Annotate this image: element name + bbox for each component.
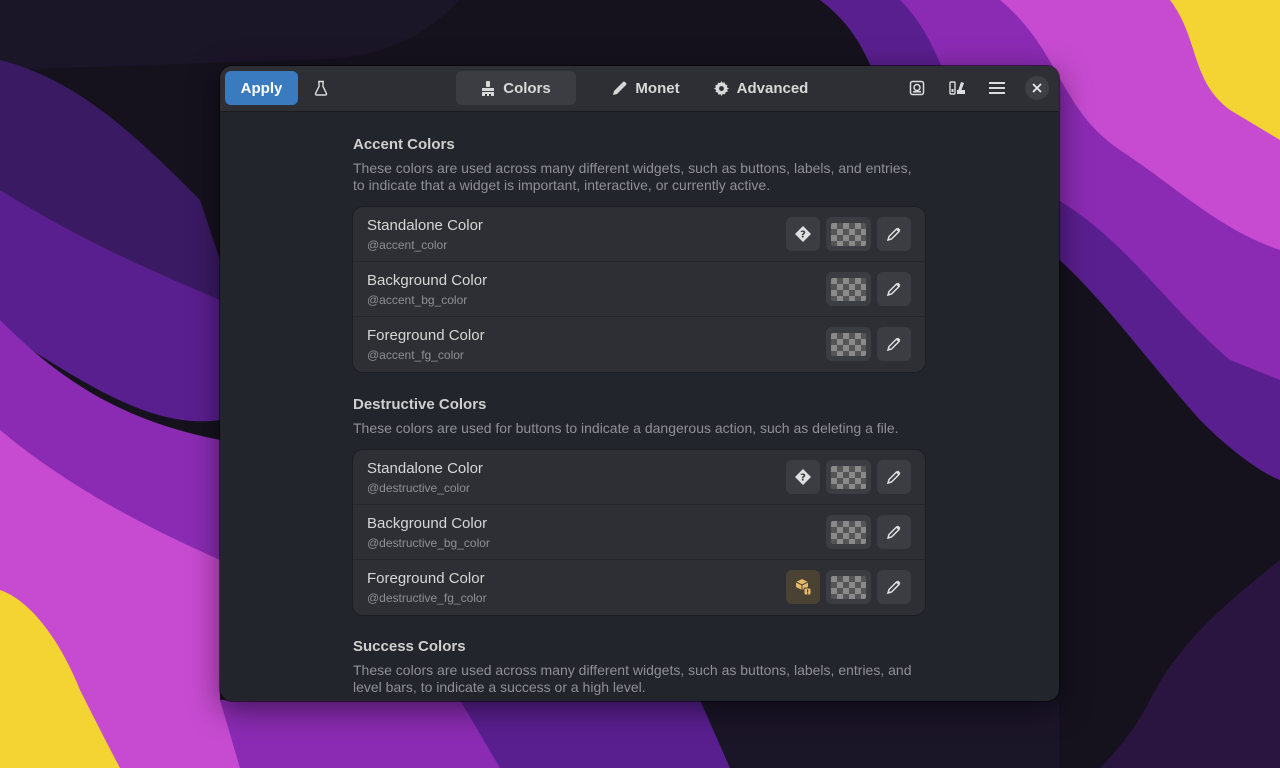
row-title: Background Color xyxy=(367,515,488,532)
colors-page: Accent Colors These colors are used acro… xyxy=(220,112,1059,701)
flask-icon-button[interactable] xyxy=(304,71,338,105)
help-diamond-icon: ? xyxy=(795,226,811,242)
color-swatch-button[interactable] xyxy=(826,515,871,549)
hamburger-menu-icon xyxy=(989,82,1005,94)
transparent-swatch xyxy=(831,575,866,599)
edit-button[interactable] xyxy=(877,515,911,549)
info-button[interactable]: ? xyxy=(786,460,820,494)
row-title: Background Color xyxy=(367,272,488,289)
apply-label: Apply xyxy=(240,79,283,97)
tab-colors-label: Colors xyxy=(503,79,551,97)
section-title: Destructive Colors xyxy=(353,396,487,413)
transparent-swatch xyxy=(831,222,866,246)
pencil-icon xyxy=(887,282,901,296)
eyedropper-icon xyxy=(613,81,627,95)
edit-button[interactable] xyxy=(877,570,911,604)
color-swatch-button[interactable] xyxy=(826,570,871,604)
close-window-button[interactable] xyxy=(1025,76,1049,100)
row-variable: @accent_color xyxy=(367,238,448,252)
list-item: Standalone Color @accent_color ? xyxy=(353,207,925,262)
section-description: These colors are used across many differ… xyxy=(353,160,912,193)
presets-button[interactable] xyxy=(940,71,974,105)
color-swatch-button[interactable] xyxy=(826,327,871,361)
tab-monet[interactable]: Monet xyxy=(596,71,696,105)
warning-button[interactable] xyxy=(786,570,820,604)
svg-text:?: ? xyxy=(800,473,806,484)
color-list: Standalone Color @destructive_color ? Ba… xyxy=(353,450,925,615)
app-window: Apply Colors Monet Advanced Accent Color… xyxy=(220,66,1059,701)
section-title: Success Colors xyxy=(353,638,466,655)
color-swatch-button[interactable] xyxy=(826,217,871,251)
row-title: Standalone Color xyxy=(367,460,483,477)
section-title: Accent Colors xyxy=(353,136,455,153)
gear-icon xyxy=(713,80,729,96)
edit-button[interactable] xyxy=(877,460,911,494)
destructive-colors-section: Destructive Colors These colors are used… xyxy=(353,396,925,615)
palette-swatches-icon xyxy=(948,81,965,95)
tab-monet-label: Monet xyxy=(635,79,680,97)
info-button[interactable]: ? xyxy=(786,217,820,251)
row-variable: @destructive_fg_color xyxy=(367,591,487,605)
row-title: Foreground Color xyxy=(367,570,485,587)
tab-advanced[interactable]: Advanced xyxy=(710,71,812,105)
pencil-icon xyxy=(887,227,901,241)
success-colors-section: Success Colors These colors are used acr… xyxy=(353,638,925,696)
list-item: Foreground Color @accent_fg_color xyxy=(353,317,925,372)
pencil-icon xyxy=(887,580,901,594)
row-title: Foreground Color xyxy=(367,327,485,344)
list-item: Background Color @destructive_bg_color xyxy=(353,505,925,560)
row-title: Standalone Color xyxy=(367,217,483,234)
list-item: Standalone Color @destructive_color ? xyxy=(353,450,925,505)
transparent-swatch xyxy=(831,332,866,356)
transparent-swatch xyxy=(831,277,866,301)
section-description: These colors are used across many differ… xyxy=(353,662,912,695)
edit-button[interactable] xyxy=(877,217,911,251)
close-icon xyxy=(1032,83,1042,93)
edit-button[interactable] xyxy=(877,327,911,361)
pencil-icon xyxy=(887,337,901,351)
accent-colors-section: Accent Colors These colors are used acro… xyxy=(353,136,925,372)
main-menu-button[interactable] xyxy=(980,71,1014,105)
list-item: Foreground Color @destructive_fg_color xyxy=(353,560,925,615)
color-swatch-button[interactable] xyxy=(826,272,871,306)
pencil-icon xyxy=(887,525,901,539)
edit-button[interactable] xyxy=(877,272,911,306)
svg-text:?: ? xyxy=(800,230,806,241)
package-warning-icon xyxy=(795,579,812,596)
row-variable: @destructive_color xyxy=(367,481,470,495)
pencil-icon xyxy=(887,470,901,484)
transparent-swatch xyxy=(831,465,866,489)
help-diamond-icon: ? xyxy=(795,469,811,485)
preview-button[interactable] xyxy=(900,71,934,105)
color-swatch-button[interactable] xyxy=(826,460,871,494)
preview-icon xyxy=(909,80,925,96)
brush-icon xyxy=(482,80,495,96)
tab-colors[interactable]: Colors xyxy=(456,71,576,105)
flask-icon xyxy=(314,80,328,96)
list-item: Background Color @accent_bg_color xyxy=(353,262,925,317)
headerbar: Apply Colors Monet Advanced xyxy=(220,66,1059,112)
color-list: Standalone Color @accent_color ? Backgro… xyxy=(353,207,925,372)
transparent-swatch xyxy=(831,520,866,544)
row-variable: @accent_fg_color xyxy=(367,348,464,362)
tab-advanced-label: Advanced xyxy=(736,79,809,97)
row-variable: @accent_bg_color xyxy=(367,293,468,307)
section-description: These colors are used for buttons to ind… xyxy=(353,420,899,436)
row-variable: @destructive_bg_color xyxy=(367,536,490,550)
apply-button[interactable]: Apply xyxy=(225,71,298,105)
